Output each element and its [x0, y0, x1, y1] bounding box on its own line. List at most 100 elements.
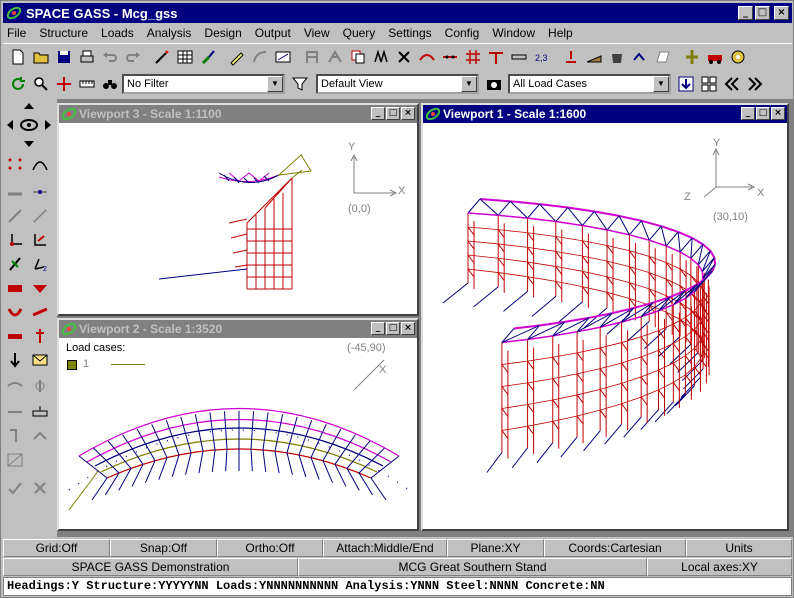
- refresh-button[interactable]: [7, 73, 29, 95]
- diagonal-button[interactable]: [28, 205, 52, 227]
- viewport-2[interactable]: Viewport 2 - Scale 1:3520 _ □ × Load cas…: [57, 318, 419, 531]
- previous-button[interactable]: [721, 73, 743, 95]
- mirror-button[interactable]: [370, 46, 392, 68]
- support-button[interactable]: [28, 401, 52, 423]
- viewport-3-canvas[interactable]: Y X (0,0): [59, 123, 417, 314]
- menu-loads[interactable]: Loads: [101, 26, 134, 40]
- new-file-button[interactable]: [7, 46, 29, 68]
- select-nodes-button[interactable]: [3, 153, 27, 175]
- viewport-1[interactable]: Viewport 1 - Scale 1:1600 _ □ × Y X Z (3…: [421, 103, 789, 531]
- material-button[interactable]: [606, 46, 628, 68]
- grid-button[interactable]: [462, 46, 484, 68]
- minimize-button[interactable]: _: [738, 6, 753, 20]
- filter-select[interactable]: No Filter ▼: [122, 74, 285, 94]
- distributed-load-button[interactable]: [3, 277, 27, 299]
- menu-help[interactable]: Help: [548, 26, 573, 40]
- brace-button[interactable]: [3, 205, 27, 227]
- settings-button[interactable]: [727, 46, 749, 68]
- status-ortho[interactable]: Ortho:Off: [217, 539, 323, 557]
- viewport-1-maximize-button[interactable]: □: [756, 107, 770, 120]
- menu-structure[interactable]: Structure: [39, 26, 88, 40]
- analysis-button[interactable]: [681, 46, 703, 68]
- status-plane[interactable]: Plane:XY: [447, 539, 544, 557]
- status-attach[interactable]: Attach:Middle/End: [323, 539, 447, 557]
- node-link-button[interactable]: [28, 181, 52, 203]
- viewport-2-titlebar[interactable]: Viewport 2 - Scale 1:3520 _ □ ×: [59, 320, 417, 338]
- viewport-3-titlebar[interactable]: Viewport 3 - Scale 1:1100 _ □ ×: [59, 105, 417, 123]
- redo-button[interactable]: [122, 46, 144, 68]
- sketch-button[interactable]: [272, 46, 294, 68]
- viewport-3-maximize-button[interactable]: □: [386, 107, 400, 120]
- node-axes-button[interactable]: [3, 229, 27, 251]
- viewport-3[interactable]: Viewport 3 - Scale 1:1100 _ □ × Y X (0,0…: [57, 103, 419, 316]
- load-case-step-button[interactable]: [675, 73, 697, 95]
- plate-edit-button[interactable]: [3, 425, 27, 447]
- curve-button[interactable]: [416, 46, 438, 68]
- save-button[interactable]: [53, 46, 75, 68]
- moment-load-button[interactable]: [3, 301, 27, 323]
- rotate-view-icon[interactable]: [5, 101, 53, 149]
- menu-analysis[interactable]: Analysis: [147, 26, 192, 40]
- viewport-3-minimize-button[interactable]: _: [371, 107, 385, 120]
- status-snap[interactable]: Snap:Off: [110, 539, 217, 557]
- plate-mesh-button[interactable]: [28, 425, 52, 447]
- undo-button[interactable]: [99, 46, 121, 68]
- thermal-load-button[interactable]: [28, 301, 52, 323]
- prescribed-displacement-button[interactable]: [28, 325, 52, 347]
- menu-file[interactable]: File: [7, 26, 26, 40]
- camera-button[interactable]: [483, 73, 505, 95]
- load-case-select[interactable]: All Load Cases ▼: [508, 74, 671, 94]
- status-local-axes[interactable]: Local axes:XY: [647, 558, 792, 576]
- menu-design[interactable]: Design: [204, 26, 241, 40]
- section-button[interactable]: [583, 46, 605, 68]
- select-members-button[interactable]: [28, 153, 52, 175]
- status-units[interactable]: Units: [686, 539, 792, 557]
- zoom-button[interactable]: [30, 73, 52, 95]
- cable-button[interactable]: [28, 375, 52, 397]
- viewport-1-canvas[interactable]: Y X Z (30,10): [423, 123, 787, 529]
- menu-config[interactable]: Config: [445, 26, 480, 40]
- point-load-button[interactable]: [28, 277, 52, 299]
- wand-button[interactable]: [151, 46, 173, 68]
- chevron-down-icon[interactable]: ▼: [461, 76, 477, 92]
- restraint-button[interactable]: [560, 46, 582, 68]
- brush-button[interactable]: [197, 46, 219, 68]
- next-button[interactable]: [744, 73, 766, 95]
- menu-settings[interactable]: Settings: [388, 26, 431, 40]
- viewport-2-close-button[interactable]: ×: [401, 322, 415, 335]
- status-coords[interactable]: Coords:Cartesian: [544, 539, 686, 557]
- delete-button[interactable]: [393, 46, 415, 68]
- surface-button[interactable]: [3, 449, 27, 471]
- viewport-2-canvas[interactable]: Load cases: 1 (-45,90) X: [59, 338, 417, 529]
- chevron-down-icon[interactable]: ▼: [653, 76, 669, 92]
- plate-button[interactable]: [652, 46, 674, 68]
- title-bar[interactable]: SPACE GASS - Mcg_gss _ □ ×: [3, 3, 792, 23]
- draw-arc-button[interactable]: [249, 46, 271, 68]
- tile-viewports-button[interactable]: [698, 73, 720, 95]
- intersect-button[interactable]: [485, 46, 507, 68]
- open-file-button[interactable]: [30, 46, 52, 68]
- load-message-button[interactable]: [28, 349, 52, 371]
- release-button[interactable]: [3, 401, 27, 423]
- viewport-1-titlebar[interactable]: Viewport 1 - Scale 1:1600 _ □ ×: [423, 105, 787, 123]
- viewport-1-minimize-button[interactable]: _: [741, 107, 755, 120]
- check-button[interactable]: [3, 477, 27, 499]
- viewport-1-close-button[interactable]: ×: [771, 107, 785, 120]
- member-axes-button[interactable]: [28, 229, 52, 251]
- divide-button[interactable]: [439, 46, 461, 68]
- measure-button[interactable]: [76, 73, 98, 95]
- status-grid[interactable]: Grid:Off: [3, 539, 110, 557]
- print-button[interactable]: [76, 46, 98, 68]
- spring-button[interactable]: [3, 253, 27, 275]
- draw-member-button[interactable]: [226, 46, 248, 68]
- frame-button[interactable]: [301, 46, 323, 68]
- menu-view[interactable]: View: [304, 26, 330, 40]
- chevron-down-icon[interactable]: ▼: [267, 76, 283, 92]
- view-select[interactable]: Default View ▼: [316, 74, 479, 94]
- offset-button[interactable]: [629, 46, 651, 68]
- spreadsheet-button[interactable]: [174, 46, 196, 68]
- beam-button[interactable]: [3, 181, 27, 203]
- viewport-3-close-button[interactable]: ×: [401, 107, 415, 120]
- menu-window[interactable]: Window: [492, 26, 535, 40]
- menu-query[interactable]: Query: [343, 26, 376, 40]
